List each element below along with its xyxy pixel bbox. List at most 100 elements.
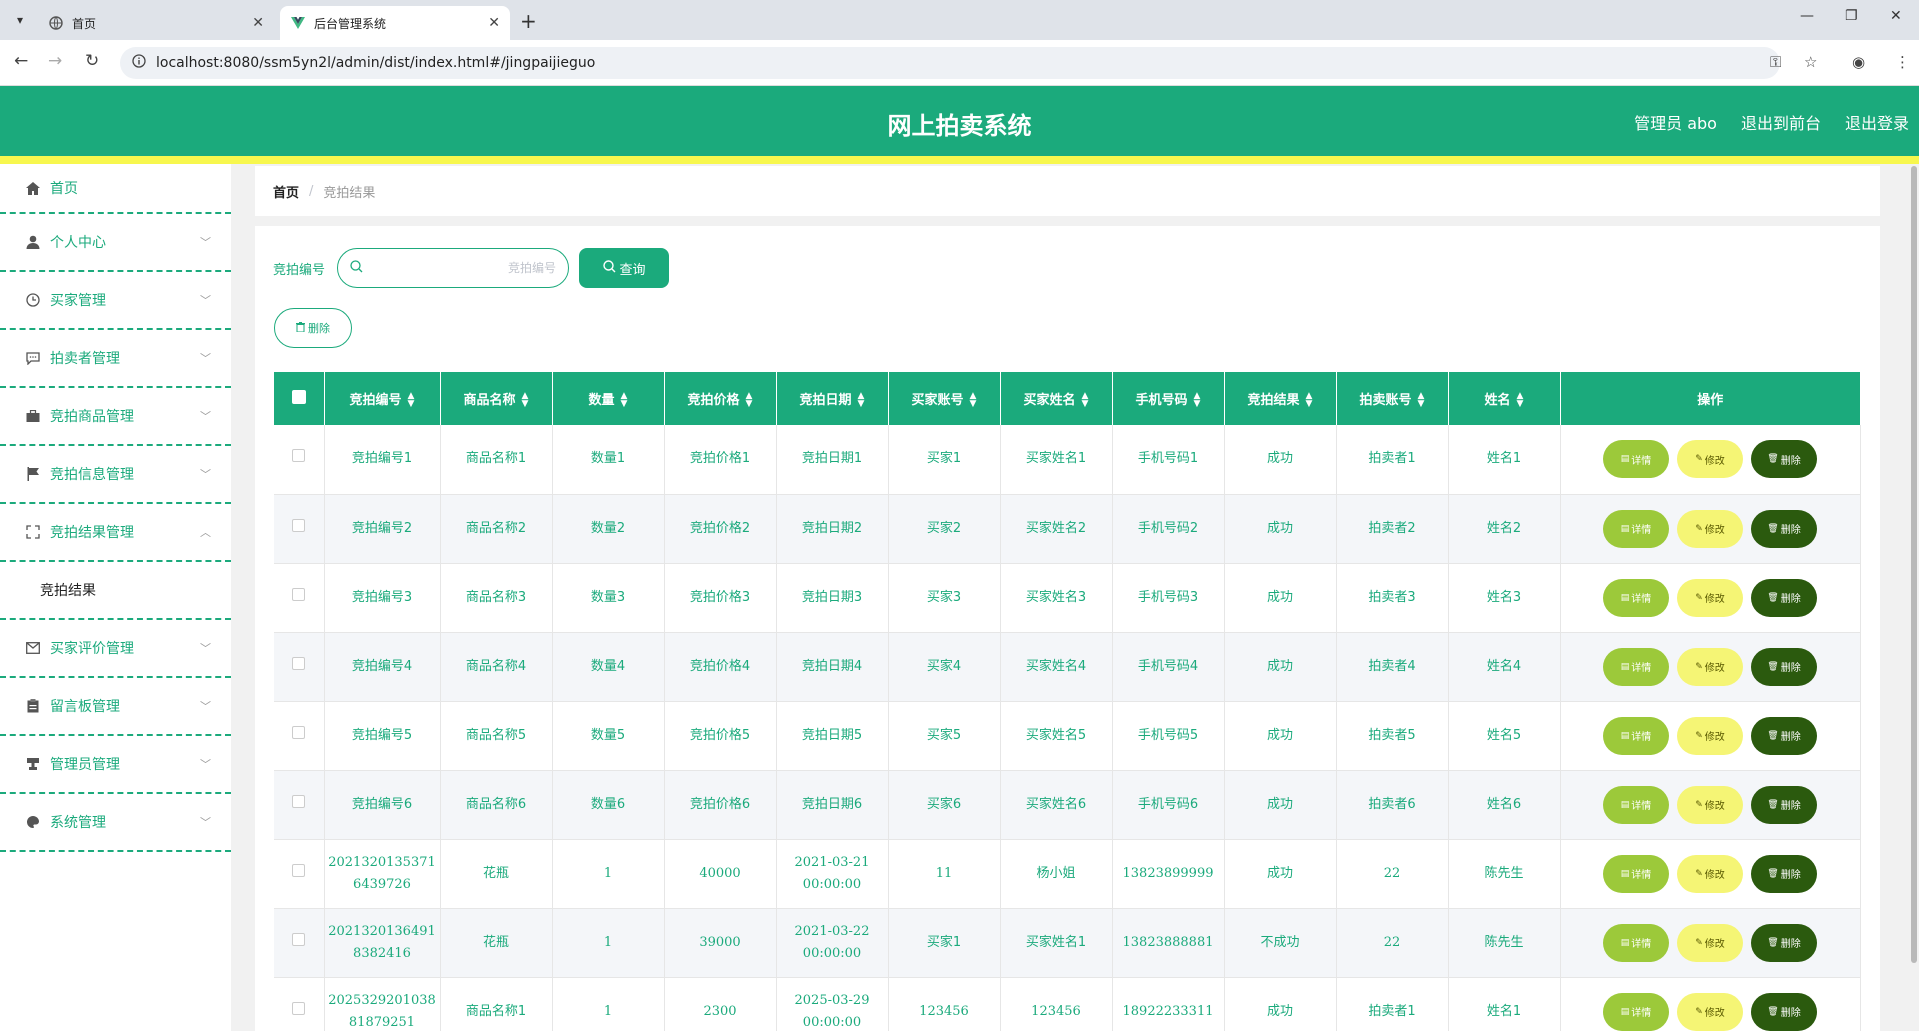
- edit-button[interactable]: ✎ 修改: [1677, 923, 1743, 962]
- edit-button[interactable]: ✎ 修改: [1677, 785, 1743, 824]
- more-menu-icon[interactable]: ⋮: [1895, 53, 1910, 71]
- delete-button[interactable]: 🗑 删除: [1751, 923, 1817, 962]
- row-checkbox[interactable]: [292, 1001, 306, 1015]
- sort-icon[interactable]: ▲ ▼: [858, 392, 865, 409]
- column-header[interactable]: 竞拍结果 ▲ ▼: [1224, 372, 1337, 425]
- delete-button[interactable]: 🗑 删除: [1751, 440, 1817, 479]
- detail-button[interactable]: ▤ 详情: [1603, 854, 1669, 893]
- row-checkbox[interactable]: [292, 587, 306, 601]
- tab-search-button[interactable]: ▾: [8, 8, 32, 32]
- column-header[interactable]: 买家姓名 ▲ ▼: [1000, 372, 1113, 425]
- column-header[interactable]: 手机号码 ▲ ▼: [1112, 372, 1225, 425]
- edit-button[interactable]: ✎ 修改: [1677, 440, 1743, 479]
- sidebar-item-buyers[interactable]: 买家管理 ﹀: [0, 272, 231, 330]
- restore-icon[interactable]: ❐: [1845, 8, 1858, 24]
- sidebar-item-admins[interactable]: 管理员管理 ﹀: [0, 736, 231, 794]
- bookmark-star-icon[interactable]: ☆: [1804, 53, 1817, 71]
- sort-icon[interactable]: ▲ ▼: [1517, 392, 1524, 409]
- sort-icon[interactable]: ▲ ▼: [1418, 392, 1425, 409]
- delete-button[interactable]: 🗑 删除: [1751, 785, 1817, 824]
- edit-button[interactable]: ✎ 修改: [1677, 509, 1743, 548]
- page-scrollbar[interactable]: [1911, 166, 1917, 963]
- sidebar-item-buyer-reviews[interactable]: 买家评价管理 ﹀: [0, 620, 231, 678]
- row-select-cell[interactable]: [274, 494, 325, 564]
- detail-button[interactable]: ▤ 详情: [1603, 578, 1669, 617]
- query-button[interactable]: 查询: [579, 248, 670, 288]
- edit-button[interactable]: ✎ 修改: [1677, 716, 1743, 755]
- sidebar-item-system[interactable]: 系统管理 ﹀: [0, 794, 231, 852]
- edit-button[interactable]: ✎ 修改: [1677, 578, 1743, 617]
- detail-button[interactable]: ▤ 详情: [1603, 647, 1669, 686]
- column-header[interactable]: 竞拍日期 ▲ ▼: [776, 372, 889, 425]
- row-select-cell[interactable]: [274, 563, 325, 633]
- sort-icon[interactable]: ▲ ▼: [1194, 392, 1201, 409]
- sidebar-item-auction-goods[interactable]: 竞拍商品管理 ﹀: [0, 388, 231, 446]
- edit-button[interactable]: ✎ 修改: [1677, 992, 1743, 1031]
- row-checkbox[interactable]: [292, 656, 306, 670]
- bulk-delete-button[interactable]: 删除: [274, 308, 352, 348]
- sidebar-subitem-auction-result[interactable]: 竞拍结果: [0, 562, 231, 620]
- sort-icon[interactable]: ▲ ▼: [1306, 392, 1313, 409]
- sort-icon[interactable]: ▲ ▼: [970, 392, 977, 409]
- sort-icon[interactable]: ▲ ▼: [522, 392, 529, 409]
- row-select-cell[interactable]: [274, 977, 325, 1031]
- browser-tab-home[interactable]: 首页 ✕: [38, 6, 274, 40]
- detail-button[interactable]: ▤ 详情: [1603, 785, 1669, 824]
- row-select-cell[interactable]: [274, 425, 325, 495]
- row-checkbox[interactable]: [292, 794, 306, 808]
- row-checkbox[interactable]: [292, 725, 306, 739]
- sort-icon[interactable]: ▲ ▼: [1082, 392, 1089, 409]
- row-select-cell[interactable]: [274, 632, 325, 702]
- select-all-header[interactable]: [274, 372, 325, 425]
- sort-icon[interactable]: ▲ ▼: [621, 392, 628, 409]
- sort-icon[interactable]: ▲ ▼: [746, 392, 753, 409]
- delete-button[interactable]: 🗑 删除: [1751, 854, 1817, 893]
- column-header[interactable]: 拍卖账号 ▲ ▼: [1336, 372, 1449, 425]
- new-tab-icon[interactable]: +: [520, 9, 537, 33]
- column-header[interactable]: 数量 ▲ ▼: [552, 372, 665, 425]
- row-select-cell[interactable]: [274, 908, 325, 978]
- sidebar-item-personal[interactable]: 个人中心 ﹀: [0, 214, 231, 272]
- row-checkbox[interactable]: [292, 863, 306, 877]
- password-key-icon[interactable]: ⚿: [1770, 53, 1781, 71]
- edit-button[interactable]: ✎ 修改: [1677, 647, 1743, 686]
- profile-icon[interactable]: ◉: [1852, 53, 1865, 71]
- site-info-icon[interactable]: [132, 54, 146, 72]
- detail-button[interactable]: ▤ 详情: [1603, 992, 1669, 1031]
- column-header[interactable]: 竞拍编号 ▲ ▼: [324, 372, 441, 425]
- sidebar-item-sellers[interactable]: 拍卖者管理 ﹀: [0, 330, 231, 388]
- delete-button[interactable]: 🗑 删除: [1751, 509, 1817, 548]
- sidebar-item-message-board[interactable]: 留言板管理 ﹀: [0, 678, 231, 736]
- row-checkbox[interactable]: [292, 932, 306, 946]
- window-close-icon[interactable]: ✕: [1890, 8, 1902, 24]
- row-select-cell[interactable]: [274, 839, 325, 909]
- select-all-checkbox[interactable]: [291, 389, 306, 404]
- close-icon[interactable]: ✕: [488, 15, 500, 31]
- row-select-cell[interactable]: [274, 701, 325, 771]
- column-header[interactable]: 姓名 ▲ ▼: [1448, 372, 1561, 425]
- edit-button[interactable]: ✎ 修改: [1677, 854, 1743, 893]
- exit-to-front-link[interactable]: 退出到前台: [1741, 110, 1821, 134]
- sidebar-item-home[interactable]: 首页: [0, 164, 231, 214]
- reload-icon[interactable]: ↻: [85, 51, 99, 71]
- back-icon[interactable]: ←: [14, 51, 28, 71]
- url-bar[interactable]: localhost:8080/ssm5yn2l/admin/dist/index…: [120, 47, 1780, 79]
- delete-button[interactable]: 🗑 删除: [1751, 647, 1817, 686]
- logout-link[interactable]: 退出登录: [1845, 110, 1909, 134]
- breadcrumb-home[interactable]: 首页: [273, 182, 299, 201]
- sort-icon[interactable]: ▲ ▼: [408, 392, 415, 409]
- browser-tab-admin[interactable]: 后台管理系统 ✕: [280, 6, 510, 40]
- row-checkbox[interactable]: [292, 449, 306, 463]
- forward-icon[interactable]: →: [48, 51, 62, 71]
- sidebar-item-auction-info[interactable]: 竞拍信息管理 ﹀: [0, 446, 231, 504]
- minimize-icon[interactable]: —: [1800, 8, 1814, 24]
- row-checkbox[interactable]: [292, 518, 306, 532]
- delete-button[interactable]: 🗑 删除: [1751, 716, 1817, 755]
- detail-button[interactable]: ▤ 详情: [1603, 509, 1669, 548]
- delete-button[interactable]: 🗑 删除: [1751, 578, 1817, 617]
- close-icon[interactable]: ✕: [252, 15, 264, 31]
- column-header[interactable]: 买家账号 ▲ ▼: [888, 372, 1001, 425]
- sidebar-item-auction-results[interactable]: 竞拍结果管理 ︿: [0, 504, 231, 562]
- delete-button[interactable]: 🗑 删除: [1751, 992, 1817, 1031]
- row-select-cell[interactable]: [274, 770, 325, 840]
